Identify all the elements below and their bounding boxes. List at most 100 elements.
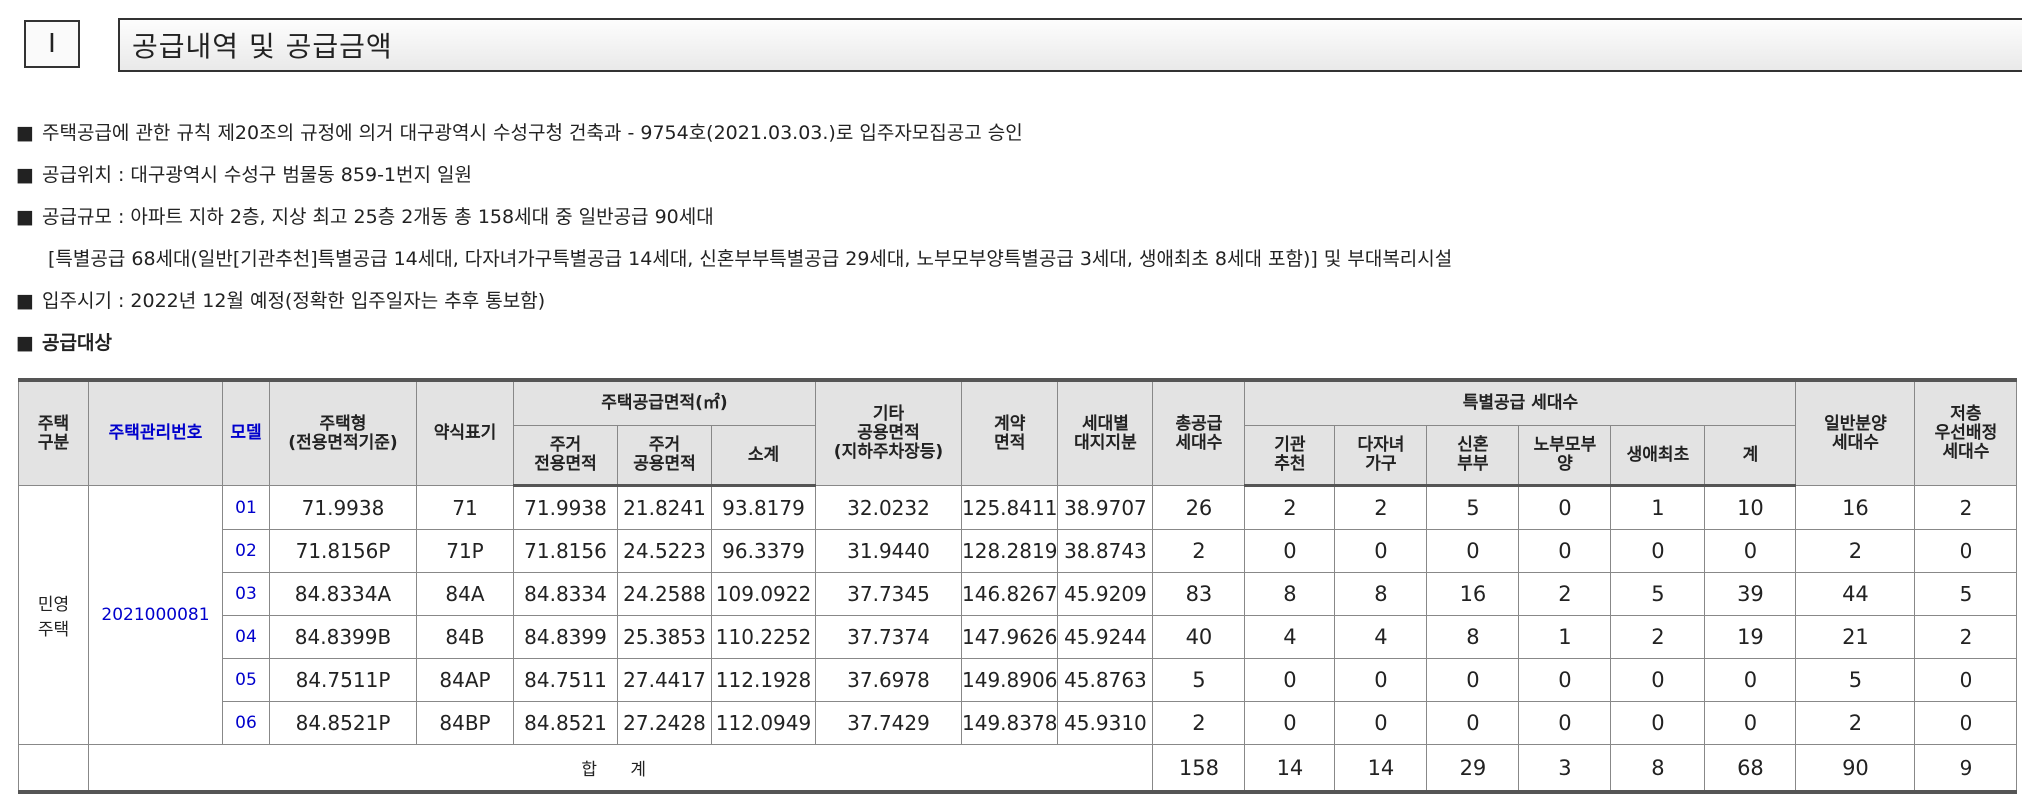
header-total-units: 총공급 세대수 xyxy=(1152,378,1246,486)
other-cell: 37.7345 xyxy=(815,572,962,616)
subtotal-cell: 112.0949 xyxy=(711,701,816,745)
first-cell: 2 xyxy=(1610,615,1706,659)
newlywed-cell: 0 xyxy=(1426,529,1520,573)
multi-cell: 0 xyxy=(1334,658,1428,702)
first-cell: 1 xyxy=(1610,485,1706,530)
land-cell: 45.9310 xyxy=(1057,701,1154,745)
other-cell: 37.6978 xyxy=(815,658,962,702)
header-first-time: 생애최초 xyxy=(1610,425,1706,487)
model-cell: 06 xyxy=(222,701,270,745)
newlywed-cell: 0 xyxy=(1426,701,1520,745)
exclusive-cell: 71.8156 xyxy=(513,529,618,573)
other-cell: 32.0232 xyxy=(815,485,962,530)
header-house-type: 주택형 (전용면적기준) xyxy=(269,378,417,486)
notice-approval: ■ 주택공급에 관한 규칙 제20조의 규정에 의거 대구광역시 수성구청 건축과… xyxy=(16,112,1452,154)
elderly-cell: 0 xyxy=(1518,701,1612,745)
total-inst-cell: 14 xyxy=(1244,744,1336,794)
common-cell: 24.2588 xyxy=(617,572,712,616)
header-multi-child: 다자녀 가구 xyxy=(1334,425,1428,487)
header-contract-area: 계약 면적 xyxy=(960,378,1059,486)
header-newlywed: 신혼 부부 xyxy=(1426,425,1520,487)
sum-cell: 39 xyxy=(1704,572,1797,616)
land-cell: 45.9244 xyxy=(1057,615,1154,659)
contract-cell: 128.2819 xyxy=(960,529,1059,573)
header-general-units: 일반분양 세대수 xyxy=(1795,378,1916,486)
total-newlywed-cell: 29 xyxy=(1426,744,1520,794)
header-low-floor: 저층 우선배정 세대수 xyxy=(1914,378,2018,486)
other-cell: 31.9440 xyxy=(815,529,962,573)
notice-movein: ■ 입주시기 : 2022년 12월 예정(정확한 입주일자는 추후 통보함) xyxy=(16,280,1452,322)
total-first-cell: 8 xyxy=(1610,744,1706,794)
low-floor-cell: 5 xyxy=(1914,572,2018,616)
table-row: 05 84.7511P 84AP 84.7511 27.4417 112.192… xyxy=(19,658,2018,702)
table-total-row: 합 계 158 14 14 29 3 8 68 90 9 xyxy=(18,744,2018,794)
multi-cell: 4 xyxy=(1334,615,1428,659)
general-cell: 16 xyxy=(1795,485,1916,530)
sum-cell: 10 xyxy=(1704,485,1797,530)
inst-cell: 8 xyxy=(1244,572,1336,616)
subtotal-cell: 110.2252 xyxy=(711,615,816,659)
exclusive-cell: 71.9938 xyxy=(513,485,618,530)
low-floor-cell: 0 xyxy=(1914,529,2018,573)
multi-cell: 8 xyxy=(1334,572,1428,616)
general-cell: 2 xyxy=(1795,529,1916,573)
total-multi-cell: 14 xyxy=(1334,744,1428,794)
elderly-cell: 1 xyxy=(1518,615,1612,659)
type-cell: 84.8334A xyxy=(269,572,417,616)
abbr-cell: 71 xyxy=(416,485,514,530)
common-cell: 24.5223 xyxy=(617,529,712,573)
subtotal-cell: 96.3379 xyxy=(711,529,816,573)
square-bullet-icon: ■ xyxy=(16,332,34,354)
notice-scale-detail: [특별공급 68세대(일반[기관추천]특별공급 14세대, 다자녀가구특별공급 … xyxy=(48,248,1453,270)
abbr-cell: 84A xyxy=(416,572,514,616)
square-bullet-icon: ■ xyxy=(16,122,34,144)
inst-cell: 0 xyxy=(1244,529,1336,573)
square-bullet-icon: ■ xyxy=(16,290,34,312)
header-special-sum: 계 xyxy=(1704,425,1797,487)
abbr-cell: 84AP xyxy=(416,658,514,702)
table-row: 02 71.8156P 71P 71.8156 24.5223 96.3379 … xyxy=(19,529,2018,573)
mgmt-no-cell: 2021000081 xyxy=(88,485,223,745)
inst-cell: 2 xyxy=(1244,485,1336,530)
newlywed-cell: 5 xyxy=(1426,485,1520,530)
contract-cell: 149.8906 xyxy=(960,658,1059,702)
total-cell: 5 xyxy=(1152,658,1246,702)
inst-cell: 4 xyxy=(1244,615,1336,659)
type-cell: 71.8156P xyxy=(269,529,417,573)
total-cell: 26 xyxy=(1152,485,1246,530)
low-floor-cell: 0 xyxy=(1914,658,2018,702)
inst-cell: 0 xyxy=(1244,658,1336,702)
section-title: 공급내역 및 공급금액 xyxy=(118,18,2022,72)
multi-cell: 0 xyxy=(1334,529,1428,573)
low-floor-cell: 2 xyxy=(1914,485,2018,530)
model-cell: 02 xyxy=(222,529,270,573)
model-cell: 05 xyxy=(222,658,270,702)
first-cell: 0 xyxy=(1610,701,1706,745)
header-subtotal: 소계 xyxy=(711,425,816,487)
multi-cell: 0 xyxy=(1334,701,1428,745)
total-cell: 83 xyxy=(1152,572,1246,616)
common-cell: 21.8241 xyxy=(617,485,712,530)
table-row: 04 84.8399B 84B 84.8399 25.3853 110.2252… xyxy=(19,615,2018,659)
contract-cell: 125.8411 xyxy=(960,485,1059,530)
common-cell: 25.3853 xyxy=(617,615,712,659)
header-special-units: 특별공급 세대수 xyxy=(1244,378,1797,426)
model-cell: 03 xyxy=(222,572,270,616)
total-sum-cell: 68 xyxy=(1704,744,1797,794)
section-number: Ⅰ xyxy=(24,20,80,68)
supply-table: 주택 구분 주택관리번호 모델 주택형 (전용면적기준) 약식표기 주택공급면적… xyxy=(18,378,2018,794)
header-abbr: 약식표기 xyxy=(416,378,514,486)
total-cell: 2 xyxy=(1152,529,1246,573)
notice-scale: ■ 공급규모 : 아파트 지하 2층, 지상 최고 25층 2개동 총 158세대… xyxy=(16,196,1452,238)
elderly-cell: 0 xyxy=(1518,658,1612,702)
first-cell: 5 xyxy=(1610,572,1706,616)
subtotal-cell: 112.1928 xyxy=(711,658,816,702)
total-elderly-cell: 3 xyxy=(1518,744,1612,794)
table-row: 03 84.8334A 84A 84.8334 24.2588 109.0922… xyxy=(19,572,2018,616)
header-house-kind: 주택 구분 xyxy=(18,378,89,486)
sum-cell: 19 xyxy=(1704,615,1797,659)
header-exclusive-area: 주거 전용면적 xyxy=(513,425,618,487)
low-floor-cell: 2 xyxy=(1914,615,2018,659)
header-other-area: 기타 공용면적 (지하주차장등) xyxy=(815,378,962,486)
exclusive-cell: 84.8521 xyxy=(513,701,618,745)
